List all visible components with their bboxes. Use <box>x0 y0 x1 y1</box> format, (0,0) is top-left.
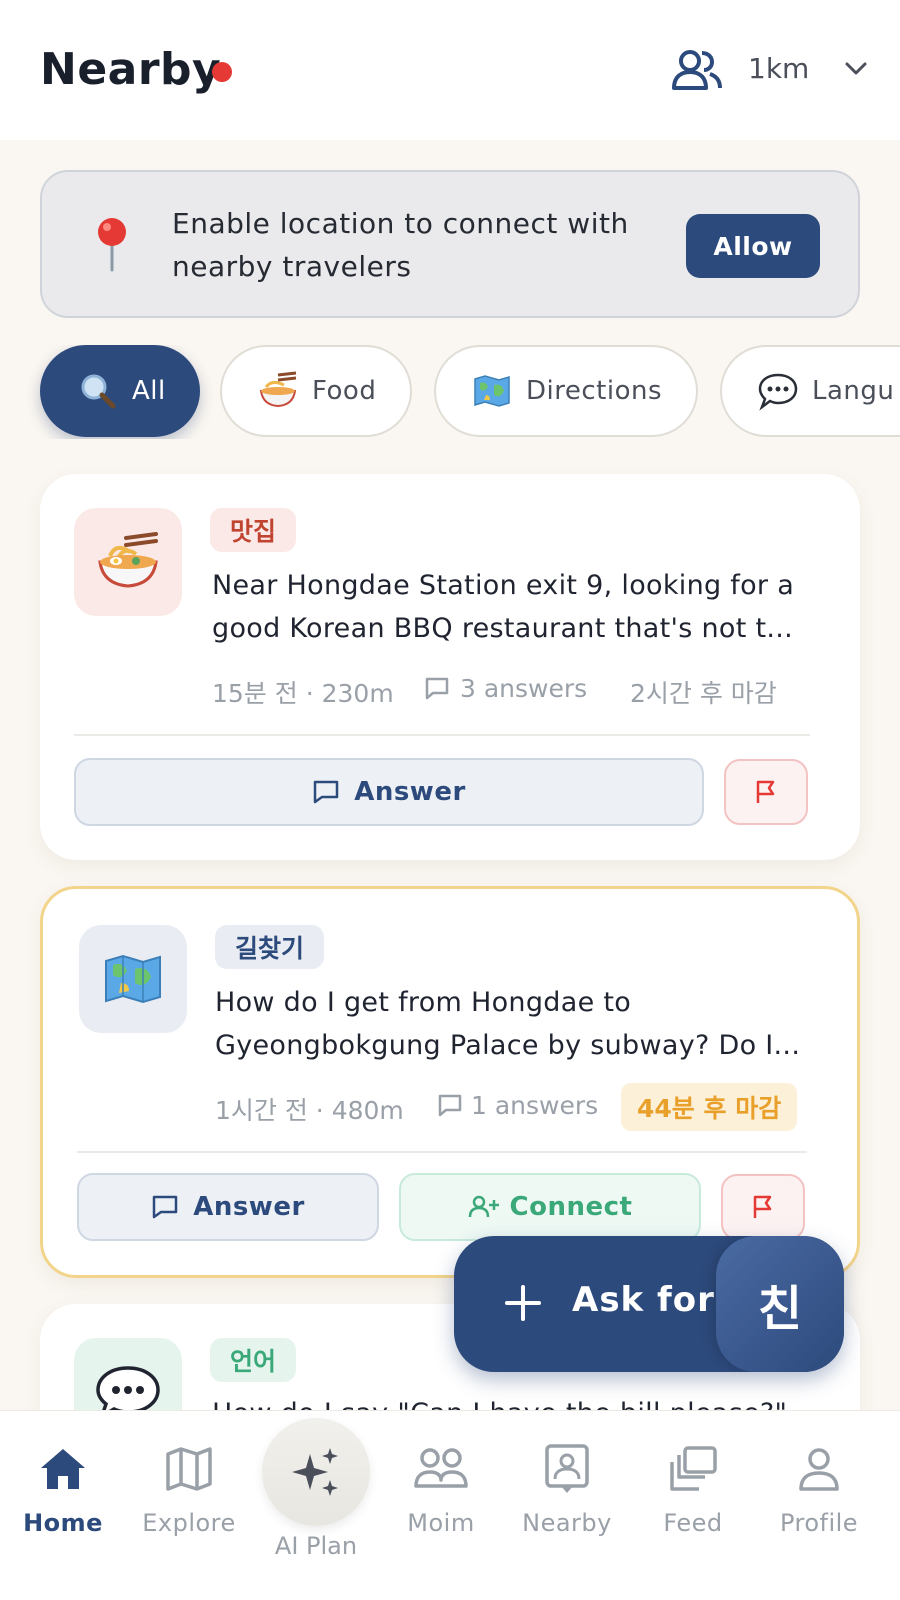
nav-ai-plan[interactable] <box>262 1418 370 1526</box>
map-icon <box>472 371 512 411</box>
nav-moim[interactable]: Moim <box>378 1411 504 1561</box>
category-tag: 언어 <box>210 1338 297 1382</box>
chip-label: Directions <box>526 376 663 406</box>
answer-label: Answer <box>193 1192 305 1222</box>
nav-feed[interactable]: Feed <box>630 1411 756 1561</box>
chip-directions[interactable]: Directions <box>434 345 698 437</box>
distance-filter-value[interactable]: 1km <box>748 52 809 85</box>
nearby-badge-icon <box>539 1441 595 1497</box>
flag-icon <box>756 780 775 803</box>
chip-language[interactable]: Langu <box>720 345 900 437</box>
friend-avatar-badge[interactable]: 친 <box>716 1236 844 1372</box>
nav-label: Nearby <box>522 1509 612 1537</box>
nav-nearby[interactable]: Nearby <box>504 1411 630 1561</box>
connect-button[interactable]: Connect <box>399 1173 701 1241</box>
nav-label: Home <box>23 1509 103 1537</box>
nav-label: Profile <box>779 1509 859 1537</box>
card-divider <box>77 1151 807 1153</box>
report-button[interactable] <box>724 759 808 825</box>
nav-label: AI Plan <box>274 1532 358 1560</box>
app-header: Nearby 1km <box>0 0 900 140</box>
location-permission-banner: Enable location to connect with nearby t… <box>40 170 860 318</box>
question-text: How do I get from Hongdae to Gyeongbokgu… <box>215 987 801 1061</box>
category-tag: 맛집 <box>210 508 297 552</box>
connect-label: Connect <box>509 1192 633 1222</box>
category-tag: 길찾기 <box>215 925 325 969</box>
nav-home[interactable]: Home <box>0 1411 126 1561</box>
bottom-navigation: Home Explore Moim Nearby Feed Profile <box>0 1410 900 1600</box>
people-icon[interactable] <box>670 48 724 92</box>
posted-time-distance: 15분 전 · 230m <box>212 679 394 708</box>
fab-label: Ask for h <box>572 1280 722 1320</box>
answer-count: 3 answers <box>460 674 588 703</box>
magnifier-icon <box>78 371 118 411</box>
profile-icon <box>791 1441 847 1497</box>
location-pin-icon <box>98 218 126 272</box>
comment-icon <box>152 1195 178 1219</box>
comment-icon <box>438 1094 462 1117</box>
noodle-bowl-icon <box>258 371 298 411</box>
allow-location-button[interactable]: Allow <box>686 214 820 278</box>
noodle-bowl-icon <box>74 508 182 616</box>
comment-icon <box>313 780 339 804</box>
nav-label: Moim <box>407 1509 475 1537</box>
live-indicator-dot <box>212 62 232 82</box>
deadline-badge: 44분 후 마감 <box>621 1083 798 1131</box>
nav-profile[interactable]: Profile <box>756 1411 882 1561</box>
question-text: Near Hongdae Station exit 9, looking for… <box>212 570 795 644</box>
feed-icon <box>665 1441 721 1497</box>
group-icon <box>413 1441 469 1497</box>
report-button[interactable] <box>721 1174 805 1240</box>
question-card-urgent[interactable]: 길찾기 How do I get from Hongdae to Gyeongb… <box>40 886 860 1278</box>
chip-label: Langu <box>812 376 895 406</box>
answer-label: Answer <box>354 777 466 807</box>
chip-all[interactable]: All <box>40 345 200 437</box>
question-card[interactable]: 맛집 Near Hongdae Station exit 9, looking … <box>40 474 860 860</box>
add-user-icon <box>468 1195 499 1218</box>
page-title: Nearby <box>40 44 222 95</box>
posted-time-distance: 1시간 전 · 480m <box>215 1096 404 1125</box>
map-icon <box>79 925 187 1033</box>
flag-icon <box>753 1195 772 1218</box>
nav-label: Explore <box>142 1509 236 1537</box>
sparkle-icon <box>292 1448 338 1496</box>
banner-message: Enable location to connect with nearby t… <box>172 207 629 283</box>
answer-button[interactable]: Answer <box>77 1173 379 1241</box>
nav-label: Feed <box>663 1509 723 1537</box>
speech-bubble-icon <box>758 371 798 411</box>
plus-icon <box>505 1285 541 1321</box>
card-divider <box>74 734 810 736</box>
home-icon <box>35 1441 91 1497</box>
nav-explore[interactable]: Explore <box>126 1411 252 1561</box>
comment-icon <box>425 677 449 700</box>
answer-count: 1 answers <box>471 1091 599 1120</box>
chip-label: All <box>132 376 166 406</box>
ask-for-help-button[interactable]: Ask for h 친 <box>454 1236 844 1372</box>
deadline-label: 2시간 후 마감 <box>630 679 777 708</box>
category-filter-chips: All Food Directions Langu <box>0 345 900 439</box>
chip-food[interactable]: Food <box>220 345 412 437</box>
chevron-down-icon[interactable] <box>842 58 870 80</box>
chip-label: Food <box>312 376 377 406</box>
answer-button[interactable]: Answer <box>74 758 704 826</box>
map-icon <box>161 1441 217 1497</box>
